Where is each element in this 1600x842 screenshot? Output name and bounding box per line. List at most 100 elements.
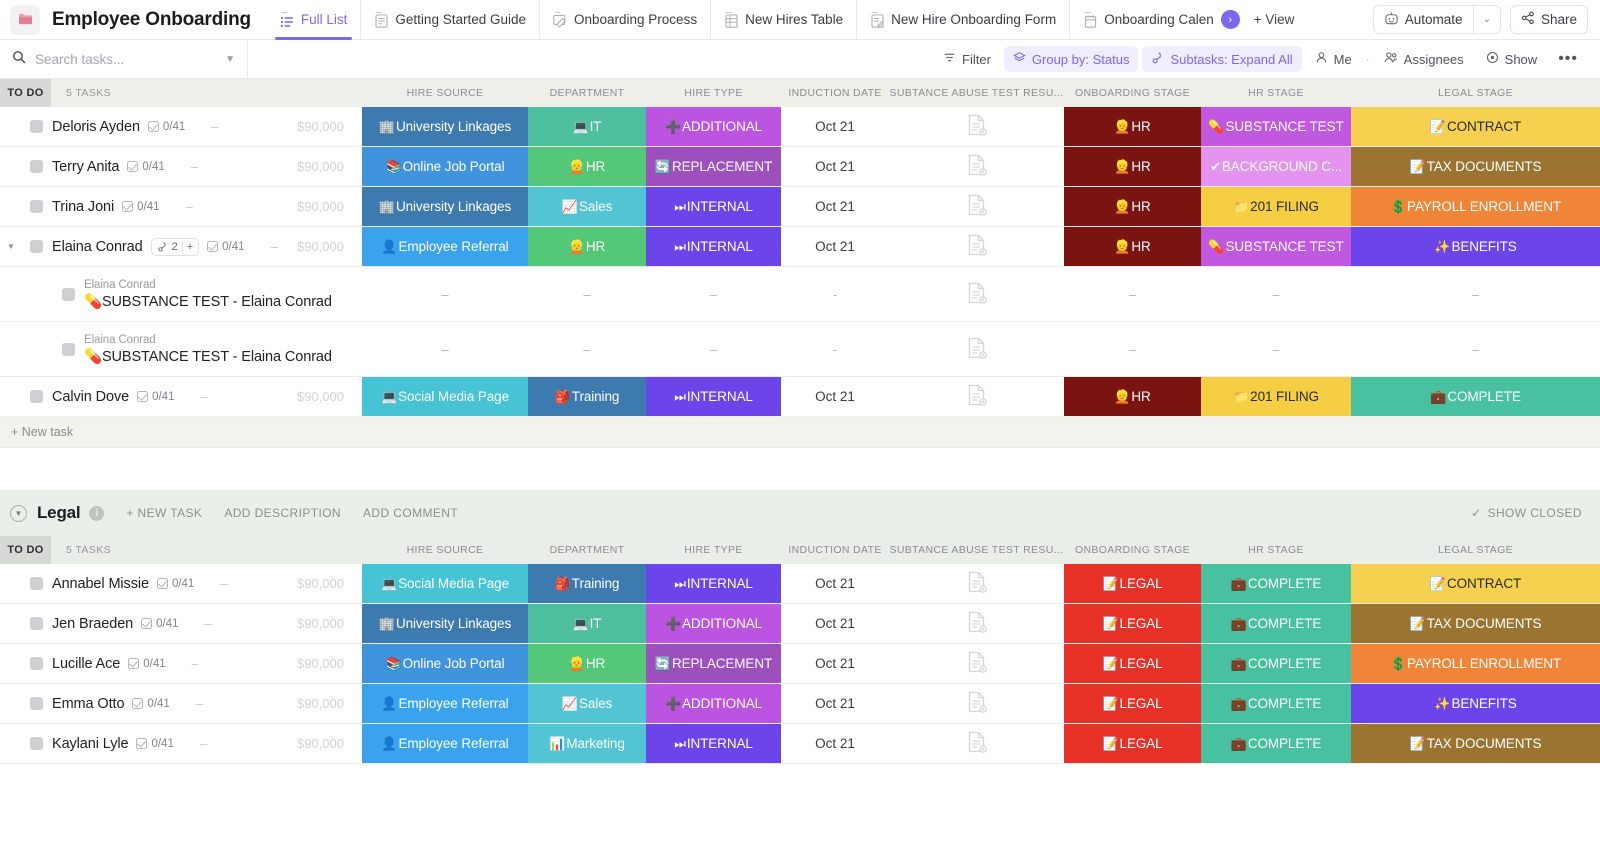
column-header-induction-date[interactable]: INDUCTION DATE <box>781 544 889 556</box>
cell-hire-type[interactable]: ⏭INTERNAL <box>646 377 781 416</box>
cell-hr-stage[interactable]: 📁201 FILING <box>1201 187 1351 226</box>
cell-substance-test-result[interactable] <box>889 684 1064 723</box>
cell-onboarding-stage[interactable]: – <box>1064 322 1201 376</box>
add-subtask-button[interactable]: + <box>187 241 193 253</box>
column-header-department[interactable]: DEPARTMENT <box>528 544 646 556</box>
cell-legal-stage[interactable]: 📝CONTRACT <box>1351 107 1600 146</box>
task-name-cell[interactable]: Kaylani Lyle0/41–$90,000 <box>0 724 362 763</box>
document-icon[interactable] <box>967 691 987 716</box>
tab-new-hire-onboarding-form[interactable]: ⚊ New Hire Onboarding Form <box>856 0 1069 40</box>
checklist-progress[interactable]: 0/41 <box>136 738 173 750</box>
cell-legal-stage[interactable]: 📝CONTRACT <box>1351 564 1600 603</box>
document-icon[interactable] <box>967 571 987 596</box>
document-icon[interactable] <box>967 731 987 756</box>
cell-induction-date[interactable]: Oct 21 <box>781 187 889 226</box>
cell-onboarding-stage[interactable]: 👱HR <box>1064 147 1201 186</box>
cell-induction-date[interactable]: Oct 21 <box>781 724 889 763</box>
cell-hr-stage[interactable]: 💊SUBSTANCE TEST <box>1201 227 1351 266</box>
column-header-hr-stage[interactable]: HR STAGE <box>1201 544 1351 556</box>
column-header-hire-source[interactable]: HIRE SOURCE <box>362 87 528 99</box>
cell-substance-test-result[interactable] <box>889 377 1064 416</box>
cell-onboarding-stage[interactable]: 👱HR <box>1064 107 1201 146</box>
cell-legal-stage[interactable]: 💲PAYROLL ENROLLMENT <box>1351 644 1600 683</box>
cell-induction-date[interactable]: Oct 21 <box>781 377 889 416</box>
cell-hire-source[interactable]: – <box>362 267 528 321</box>
cell-hire-source[interactable]: 📚Online Job Portal <box>362 644 528 683</box>
document-icon[interactable] <box>967 234 987 259</box>
row-checkbox[interactable] <box>30 617 43 630</box>
column-header-hire-type[interactable]: HIRE TYPE <box>646 544 781 556</box>
show-button[interactable]: Show <box>1477 46 1547 72</box>
cell-department[interactable]: 👱HR <box>528 227 646 266</box>
column-header-onboarding-stage[interactable]: ONBOARDING STAGE <box>1064 87 1201 99</box>
group2-add-description-button[interactable]: ADD DESCRIPTION <box>224 506 341 520</box>
task-name-cell[interactable]: Emma Otto0/41–$90,000 <box>0 684 362 723</box>
assignees-button[interactable]: Assignees <box>1375 46 1473 72</box>
cell-legal-stage[interactable]: – <box>1351 267 1600 321</box>
cell-induction-date[interactable]: - <box>781 322 889 376</box>
cell-hire-type[interactable]: – <box>646 267 781 321</box>
checklist-progress[interactable]: 0/41 <box>148 121 185 133</box>
cell-substance-test-result[interactable] <box>889 604 1064 643</box>
task-name-cell[interactable]: Lucille Ace0/41–$90,000 <box>0 644 362 683</box>
cell-onboarding-stage[interactable]: 📝LEGAL <box>1064 684 1201 723</box>
group-by-button[interactable]: Group by: Status <box>1004 46 1139 72</box>
row-checkbox[interactable] <box>30 577 43 590</box>
task-name-cell[interactable]: Jen Braeden0/41–$90,000 <box>0 604 362 643</box>
cell-hire-type[interactable]: ➕ADDITIONAL <box>646 684 781 723</box>
cell-onboarding-stage[interactable]: 📝LEGAL <box>1064 604 1201 643</box>
cell-hire-type[interactable]: 🔄REPLACEMENT <box>646 644 781 683</box>
cell-legal-stage[interactable]: ✨BENEFITS <box>1351 684 1600 723</box>
cell-department[interactable]: 📈Sales <box>528 684 646 723</box>
search-box[interactable]: ▼ <box>0 40 248 78</box>
cell-onboarding-stage[interactable]: 📝LEGAL <box>1064 724 1201 763</box>
row-checkbox[interactable] <box>30 390 43 403</box>
task-name-cell[interactable]: Deloris Ayden0/41–$90,000 <box>0 107 362 146</box>
me-button[interactable]: Me <box>1306 46 1361 72</box>
more-options-button[interactable]: ••• <box>1550 46 1586 72</box>
cell-substance-test-result[interactable] <box>889 564 1064 603</box>
row-checkbox[interactable] <box>30 657 43 670</box>
cell-onboarding-stage[interactable]: 👱HR <box>1064 377 1201 416</box>
cell-hire-source[interactable]: – <box>362 322 528 376</box>
cell-onboarding-stage[interactable]: 👱HR <box>1064 227 1201 266</box>
cell-hr-stage[interactable]: 💼COMPLETE <box>1201 564 1351 603</box>
cell-department[interactable]: 🎒Training <box>528 377 646 416</box>
subtask-name-cell[interactable]: Elaina Conrad💊SUBSTANCE TEST - Elaina Co… <box>0 322 362 376</box>
cell-legal-stage[interactable]: ✨BENEFITS <box>1351 227 1600 266</box>
cell-hire-type[interactable]: ⏭INTERNAL <box>646 724 781 763</box>
document-icon[interactable] <box>967 384 987 409</box>
row-checkbox[interactable] <box>62 343 75 356</box>
tab-full-list[interactable]: ⚊ Full List <box>267 0 361 40</box>
cell-hire-type[interactable]: ⏭INTERNAL <box>646 564 781 603</box>
table-row[interactable]: Annabel Missie0/41–$90,000💻Social Media … <box>0 564 1600 604</box>
row-checkbox[interactable] <box>30 160 43 173</box>
cell-hr-stage[interactable]: 💼COMPLETE <box>1201 604 1351 643</box>
task-name-cell[interactable]: Calvin Dove0/41–$90,000 <box>0 377 362 416</box>
row-checkbox[interactable] <box>30 240 43 253</box>
checklist-progress[interactable]: 0/41 <box>132 698 169 710</box>
cell-hr-stage[interactable]: 💼COMPLETE <box>1201 724 1351 763</box>
cell-onboarding-stage[interactable]: 📝LEGAL <box>1064 644 1201 683</box>
cell-department[interactable]: 📈Sales <box>528 187 646 226</box>
table-row[interactable]: Emma Otto0/41–$90,000👤Employee Referral📈… <box>0 684 1600 724</box>
group1-status-badge[interactable]: TO DO <box>0 79 51 107</box>
cell-hire-type[interactable]: ➕ADDITIONAL <box>646 107 781 146</box>
checklist-progress[interactable]: 0/41 <box>128 658 165 670</box>
cell-hire-type[interactable]: – <box>646 322 781 376</box>
cell-induction-date[interactable]: Oct 21 <box>781 227 889 266</box>
table-row-subtask[interactable]: Elaina Conrad💊SUBSTANCE TEST - Elaina Co… <box>0 267 1600 322</box>
cell-department[interactable]: 👱HR <box>528 147 646 186</box>
column-header-hire-source[interactable]: HIRE SOURCE <box>362 544 528 556</box>
table-row[interactable]: Calvin Dove0/41–$90,000💻Social Media Pag… <box>0 377 1600 417</box>
task-name-cell[interactable]: Terry Anita0/41–$90,000 <box>0 147 362 186</box>
collapse-group-icon[interactable]: ▼ <box>10 505 27 522</box>
group2-status-badge[interactable]: TO DO <box>0 536 51 564</box>
search-input[interactable] <box>35 52 195 67</box>
cell-legal-stage[interactable]: 💼COMPLETE <box>1351 377 1600 416</box>
tab-onboarding-process[interactable]: ⚊ Onboarding Process <box>539 0 710 40</box>
table-row[interactable]: Trina Joni0/41–$90,000🏢University Linkag… <box>0 187 1600 227</box>
column-header-department[interactable]: DEPARTMENT <box>528 87 646 99</box>
cell-legal-stage[interactable]: 📝TAX DOCUMENTS <box>1351 147 1600 186</box>
cell-hire-source[interactable]: 💻Social Media Page <box>362 377 528 416</box>
